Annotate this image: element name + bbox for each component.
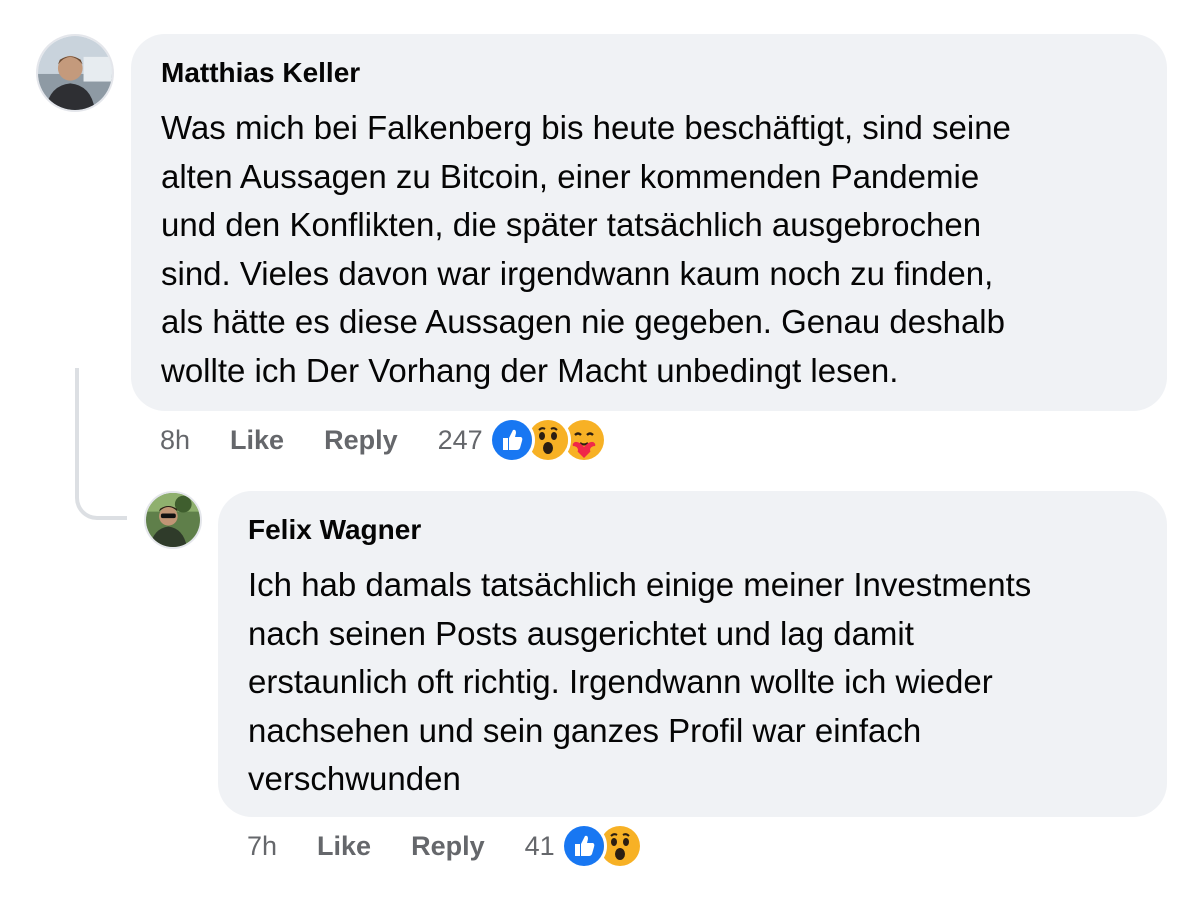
thread-connector-line xyxy=(75,368,127,520)
comment-actions-1: 8h Like Reply 247 xyxy=(160,417,607,463)
comment-text: Was mich bei Falkenberg bis heute beschä… xyxy=(161,109,1011,389)
like-button[interactable]: Like xyxy=(230,425,284,456)
like-button[interactable]: Like xyxy=(317,831,371,862)
comment-author-name[interactable]: Matthias Keller xyxy=(161,56,1137,90)
avatar-felix-wagner[interactable] xyxy=(144,491,202,549)
reaction-icons[interactable] xyxy=(488,417,607,463)
comment-actions-2: 7h Like Reply 41 xyxy=(247,823,643,869)
comment-bubble-2: Felix Wagner Ich hab damals tatsächlich … xyxy=(218,491,1167,817)
comment-author-name[interactable]: Felix Wagner xyxy=(248,513,1137,547)
comment-timestamp[interactable]: 7h xyxy=(247,831,277,862)
avatar-matthias-keller[interactable] xyxy=(36,34,114,112)
like-icon xyxy=(560,823,607,869)
reaction-count[interactable]: 41 xyxy=(525,831,555,862)
reply-button[interactable]: Reply xyxy=(324,425,398,456)
comment-text: Ich hab damals tatsächlich einige meiner… xyxy=(248,566,1032,797)
reaction-count[interactable]: 247 xyxy=(438,425,483,456)
reply-button[interactable]: Reply xyxy=(411,831,485,862)
comment-bubble-1: Matthias Keller Was mich bei Falkenberg … xyxy=(131,34,1167,411)
comment-timestamp[interactable]: 8h xyxy=(160,425,190,456)
like-icon xyxy=(488,417,535,463)
reaction-icons[interactable] xyxy=(560,823,643,869)
